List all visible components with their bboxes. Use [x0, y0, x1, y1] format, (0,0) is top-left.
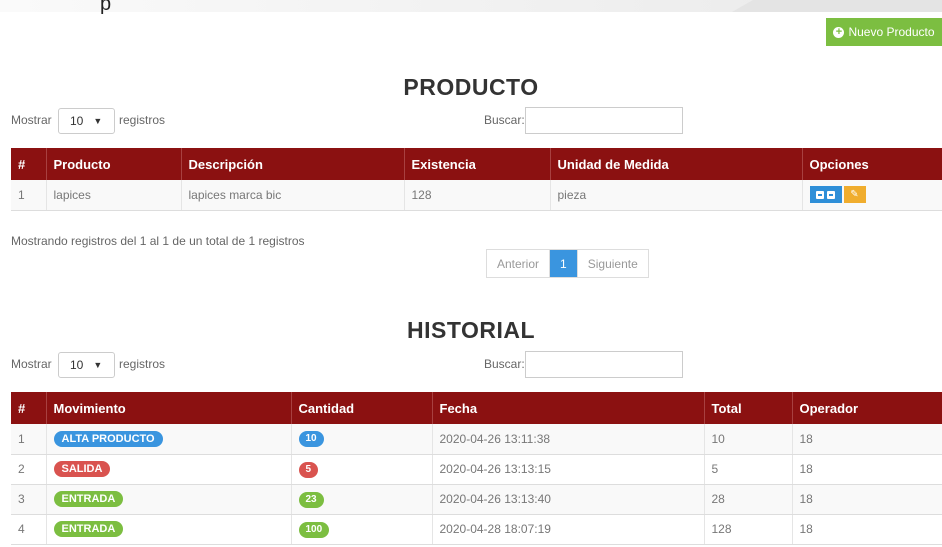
- cell-descripcion: lapices marca bic: [181, 180, 405, 211]
- cell-unidad: pieza: [550, 180, 803, 211]
- producto-header-row: # Producto Descripción Existencia Unidad…: [11, 148, 942, 180]
- cell-total: 128: [704, 514, 793, 545]
- cell-total: 10: [704, 424, 793, 455]
- historial-length-prefix: Mostrar: [11, 357, 52, 371]
- movement-badge: ALTA PRODUCTO: [53, 430, 163, 447]
- cell-existencia: 128: [404, 180, 551, 211]
- plus-icon: [827, 190, 835, 199]
- col-header-producto[interactable]: Producto: [46, 148, 182, 180]
- cell-operador: 18: [792, 514, 942, 545]
- cell-movimiento: ALTA PRODUCTO: [46, 424, 292, 455]
- plus-circle-icon: +: [833, 26, 845, 38]
- movement-badge: SALIDA: [53, 461, 111, 477]
- col-header-num[interactable]: #: [11, 148, 47, 180]
- cell-total: 28: [704, 484, 793, 515]
- cell-cantidad: 23: [291, 484, 433, 515]
- historial-search-input[interactable]: [525, 351, 683, 378]
- col-header-descripcion[interactable]: Descripción: [181, 148, 405, 180]
- quantity-pill: 10: [298, 431, 324, 448]
- cell-num: 1: [11, 180, 47, 211]
- cell-fecha: 2020-04-26 13:11:38: [432, 424, 705, 455]
- pagination-next[interactable]: Siguiente: [576, 250, 648, 277]
- table-row: 1 ALTA PRODUCTO 10 2020-04-26 13:11:38 1…: [11, 424, 942, 455]
- table-row: 3 ENTRADA 23 2020-04-26 13:13:40 28 18: [11, 484, 942, 515]
- cell-operador: 18: [792, 424, 942, 455]
- producto-length-prefix: Mostrar: [11, 113, 52, 127]
- movement-badge: ENTRADA: [53, 521, 124, 537]
- col-header-opciones[interactable]: Opciones: [802, 148, 942, 180]
- chevron-down-icon: ▼: [93, 360, 103, 370]
- producto-length-select[interactable]: 10 ▼: [58, 108, 115, 134]
- col-header-operador[interactable]: Operador: [792, 392, 942, 424]
- pagination-prev[interactable]: Anterior: [487, 250, 551, 277]
- cell-operador: 18: [792, 454, 942, 485]
- cell-num: 3: [11, 484, 47, 515]
- cell-fecha: 2020-04-26 13:13:15: [432, 454, 705, 485]
- table-row: 1 lapices lapices marca bic 128 pieza ✎: [11, 180, 942, 211]
- producto-title: PRODUCTO: [403, 74, 539, 100]
- new-product-button[interactable]: + Nuevo Producto: [826, 18, 942, 46]
- historial-length-value: 10: [70, 358, 84, 372]
- pagination-page-1[interactable]: 1: [550, 250, 577, 277]
- col-header-unidad[interactable]: Unidad de Medida: [550, 148, 803, 180]
- cell-fecha: 2020-04-26 13:13:40: [432, 484, 705, 515]
- partial-header-text: p: [100, 0, 112, 15]
- cell-num: 1: [11, 424, 47, 455]
- minus-icon: [816, 190, 824, 199]
- new-product-label: Nuevo Producto: [848, 25, 935, 39]
- cell-movimiento: ENTRADA: [46, 484, 292, 515]
- edit-icon: ✎: [850, 189, 859, 201]
- cell-num: 4: [11, 514, 47, 545]
- pagination: Anterior 1 Siguiente: [486, 249, 649, 278]
- cell-cantidad: 5: [291, 454, 433, 485]
- top-banner: [0, 0, 942, 12]
- quantity-pill: 5: [298, 461, 319, 478]
- historial-length-suffix: registros: [119, 357, 166, 371]
- producto-table: # Producto Descripción Existencia Unidad…: [11, 148, 942, 211]
- quantity-pill: 23: [298, 491, 324, 508]
- table-row: 4 ENTRADA 100 2020-04-28 18:07:19 128 18: [11, 514, 942, 545]
- col-header-fecha[interactable]: Fecha: [432, 392, 705, 424]
- historial-table: # Movimiento Cantidad Fecha Total Operad…: [11, 392, 942, 545]
- top-banner-shape: [732, 0, 942, 12]
- col-header-total[interactable]: Total: [704, 392, 793, 424]
- cell-movimiento: ENTRADA: [46, 514, 292, 545]
- quantity-pill: 100: [298, 521, 330, 538]
- historial-search-label: Buscar:: [484, 357, 525, 371]
- producto-search-input[interactable]: [525, 107, 683, 134]
- cell-producto: lapices: [46, 180, 182, 211]
- cell-operador: 18: [792, 484, 942, 515]
- cell-cantidad: 100: [291, 514, 433, 545]
- edit-button[interactable]: ✎: [843, 186, 866, 204]
- col-header-existencia[interactable]: Existencia: [404, 148, 551, 180]
- col-header-movimiento[interactable]: Movimiento: [46, 392, 292, 424]
- cell-num: 2: [11, 454, 47, 485]
- cell-fecha: 2020-04-28 18:07:19: [432, 514, 705, 545]
- cell-opciones: ✎: [802, 180, 942, 211]
- cell-movimiento: SALIDA: [46, 454, 292, 485]
- historial-header-row: # Movimiento Cantidad Fecha Total Operad…: [11, 392, 942, 424]
- historial-title: HISTORIAL: [406, 317, 536, 343]
- cell-cantidad: 10: [291, 424, 433, 455]
- producto-length-suffix: registros: [119, 113, 166, 127]
- producto-info: Mostrando registros del 1 al 1 de un tot…: [11, 234, 305, 248]
- cell-total: 5: [704, 454, 793, 485]
- producto-length-value: 10: [70, 114, 84, 128]
- chevron-down-icon: ▼: [93, 116, 103, 126]
- movement-badge: ENTRADA: [53, 491, 124, 507]
- plus-minus-button[interactable]: [809, 186, 842, 204]
- historial-length-select[interactable]: 10 ▼: [58, 352, 115, 378]
- col-header-cantidad[interactable]: Cantidad: [291, 392, 433, 424]
- col-header-num[interactable]: #: [11, 392, 47, 424]
- producto-search-label: Buscar:: [484, 113, 525, 127]
- table-row: 2 SALIDA 5 2020-04-26 13:13:15 5 18: [11, 454, 942, 485]
